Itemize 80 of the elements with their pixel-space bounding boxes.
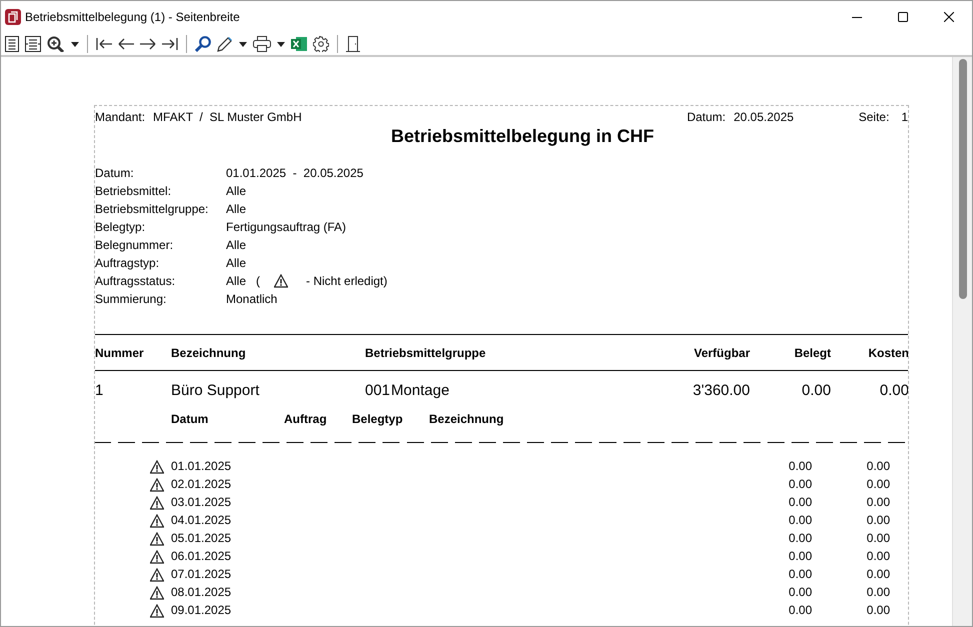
table-cell-text: 0.00 bbox=[866, 458, 890, 475]
filter-value: Fertigungsauftrag (FA) bbox=[226, 219, 346, 236]
column-header: Kosten bbox=[867, 344, 908, 362]
table-cell-text: 0.00 bbox=[800, 382, 831, 400]
filter-label: Betriebsmittel: bbox=[95, 183, 172, 200]
fit-width-icon[interactable] bbox=[23, 33, 43, 55]
table-cell-text: 0.00 bbox=[866, 548, 890, 565]
column-header: Belegt bbox=[793, 344, 831, 362]
filter-value: Monatlich bbox=[226, 291, 278, 308]
table-cell-text: 0.00 bbox=[866, 602, 890, 619]
table-cell-text: 08.01.2025 bbox=[171, 584, 232, 601]
group-code: 001 bbox=[365, 382, 390, 400]
table-cell-text: 0.00 bbox=[788, 530, 812, 547]
table-cell-text: 0.00 bbox=[788, 458, 812, 475]
column-header: Nummer bbox=[95, 344, 145, 362]
filter-value: 01.01.2025 - 20.05.2025 bbox=[226, 165, 364, 182]
scrollbar[interactable] bbox=[952, 57, 972, 626]
close-icon[interactable] bbox=[944, 12, 954, 22]
filter-value: Alle bbox=[226, 183, 246, 200]
door-icon[interactable] bbox=[344, 33, 362, 55]
group-name: Montage bbox=[391, 382, 450, 400]
mandant-value: MFAKT / SL Muster GmbH bbox=[153, 109, 303, 126]
filter-value: Alle bbox=[226, 255, 246, 272]
page-number: 1 bbox=[901, 109, 908, 126]
table-cell-text: 0.00 bbox=[866, 566, 890, 583]
table-cell-text: 05.01.2025 bbox=[171, 530, 232, 547]
table-cell-text: 04.01.2025 bbox=[171, 512, 232, 529]
table-cell-text: 0.00 bbox=[866, 512, 890, 529]
search-icon[interactable] bbox=[193, 33, 213, 55]
column-header: Bezeichnung bbox=[429, 411, 505, 428]
table-cell-text: 0.00 bbox=[866, 530, 890, 547]
table-cell-text: 02.01.2025 bbox=[171, 476, 232, 493]
table-cell-text: Büro Support bbox=[171, 382, 260, 400]
table-cell-text: 0.00 bbox=[788, 476, 812, 493]
table-cell-text: 0.00 bbox=[788, 602, 812, 619]
date-value: 20.05.2025 bbox=[734, 109, 795, 126]
table-cell-text: 0.00 bbox=[788, 548, 812, 565]
warning-icon bbox=[274, 274, 288, 288]
filter-value: Alle ( bbox=[226, 273, 260, 290]
table-cell-text: 03.01.2025 bbox=[171, 494, 232, 511]
report-title: Betriebsmittelbelegung in CHF bbox=[390, 126, 654, 146]
column-header: Verfügbar bbox=[692, 344, 750, 362]
table-cell-text: 0.00 bbox=[788, 512, 812, 529]
filter-label: Belegtyp: bbox=[95, 219, 146, 236]
page-icon[interactable] bbox=[3, 33, 21, 55]
filter-value: Alle bbox=[226, 201, 246, 218]
filter-label: Auftragsstatus: bbox=[95, 273, 176, 290]
table-cell-text: 0.00 bbox=[866, 584, 890, 601]
table-cell-text: 3'360.00 bbox=[692, 382, 750, 400]
printer-icon[interactable] bbox=[251, 33, 273, 55]
date-label: Datum: bbox=[686, 109, 726, 126]
filter-label: Summierung: bbox=[95, 291, 168, 308]
filter-label: Belegnummer: bbox=[95, 237, 174, 254]
table-cell-text: 09.01.2025 bbox=[171, 602, 232, 619]
filter-value: Alle bbox=[226, 237, 246, 254]
column-header: Datum bbox=[171, 411, 210, 428]
scrollbar-thumb[interactable] bbox=[958, 59, 966, 299]
app-icon bbox=[5, 9, 21, 25]
table-cell-text: 06.01.2025 bbox=[171, 548, 232, 565]
mandant-label: Mandant: bbox=[95, 109, 146, 126]
page-label: Seite: bbox=[858, 109, 890, 126]
filter-label: Betriebsmittelgruppe: bbox=[95, 201, 210, 218]
table-cell-text: 0.00 bbox=[788, 584, 812, 601]
filter-note: - Nicht erledigt) bbox=[306, 273, 388, 290]
column-header: Belegtyp bbox=[352, 411, 404, 428]
settings-icon[interactable] bbox=[311, 33, 331, 55]
table-cell-text: 0.00 bbox=[788, 494, 812, 511]
column-header: Betriebsmittelgruppe bbox=[365, 344, 487, 362]
column-header: Bezeichnung bbox=[171, 344, 247, 362]
filter-label: Datum: bbox=[95, 165, 135, 182]
filter-label: Auftragstyp: bbox=[95, 255, 160, 272]
column-header: Auftrag bbox=[284, 411, 328, 428]
table-cell-text: 01.01.2025 bbox=[171, 458, 232, 475]
window-title: Betriebsmittelbelegung (1) - Seitenbreite bbox=[25, 9, 241, 26]
table-cell-text: 0.00 bbox=[866, 476, 890, 493]
table-cell-text: 0.00 bbox=[866, 494, 890, 511]
table-cell-text: 1 bbox=[95, 382, 104, 400]
table-cell-text: 0.00 bbox=[788, 566, 812, 583]
maximize-icon[interactable] bbox=[898, 12, 908, 22]
table-cell-text: 07.01.2025 bbox=[171, 566, 232, 583]
